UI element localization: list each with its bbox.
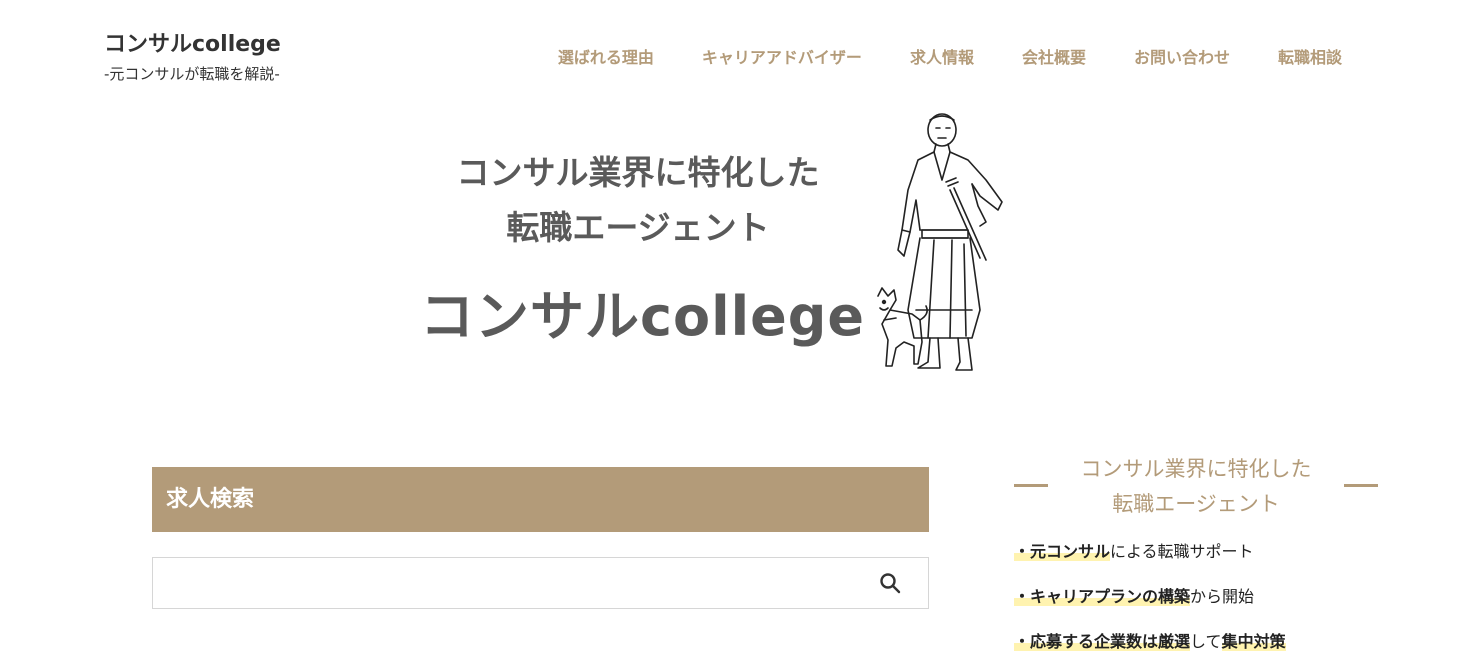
nav-item-contact[interactable]: お問い合わせ (1134, 44, 1230, 68)
feature-item: ・キャリアプランの構築から開始 (1014, 587, 1255, 606)
sidebar-title: コンサル業界に特化した 転職エージェント (1014, 452, 1378, 522)
site-title[interactable]: コンサルcollege (104, 26, 281, 58)
nav-item-consultation[interactable]: 転職相談 (1278, 44, 1342, 68)
main-nav: 選ばれる理由 キャリアアドバイザー 求人情報 会社概要 お問い合わせ 転職相談 (558, 44, 1342, 68)
hero-headline-2: 転職エージェント (506, 208, 770, 247)
job-search-input[interactable] (153, 558, 853, 608)
job-search-form (152, 557, 929, 609)
samurai-with-dog-illustration (877, 113, 1003, 371)
nav-item-career-advisor[interactable]: キャリアアドバイザー (702, 44, 862, 68)
feature-item: ・元コンサルによる転職サポート (1014, 542, 1254, 561)
job-search-heading: 求人検索 (152, 467, 929, 532)
nav-item-company[interactable]: 会社概要 (1022, 44, 1086, 68)
site-subtitle: -元コンサルが転職を解説- (104, 65, 280, 83)
hero-brand-name: コンサルcollege (420, 285, 866, 348)
sidebar-title-line1: コンサル業界に特化した (1080, 457, 1312, 481)
hero-headline-1: コンサル業界に特化した (456, 153, 820, 192)
sidebar-title-line2: 転職エージェント (1112, 492, 1280, 516)
search-icon[interactable] (878, 571, 902, 595)
feature-item: ・応募する企業数は厳選して集中対策 (1014, 632, 1286, 651)
nav-item-reasons[interactable]: 選ばれる理由 (558, 44, 654, 68)
nav-item-jobs[interactable]: 求人情報 (910, 44, 974, 68)
